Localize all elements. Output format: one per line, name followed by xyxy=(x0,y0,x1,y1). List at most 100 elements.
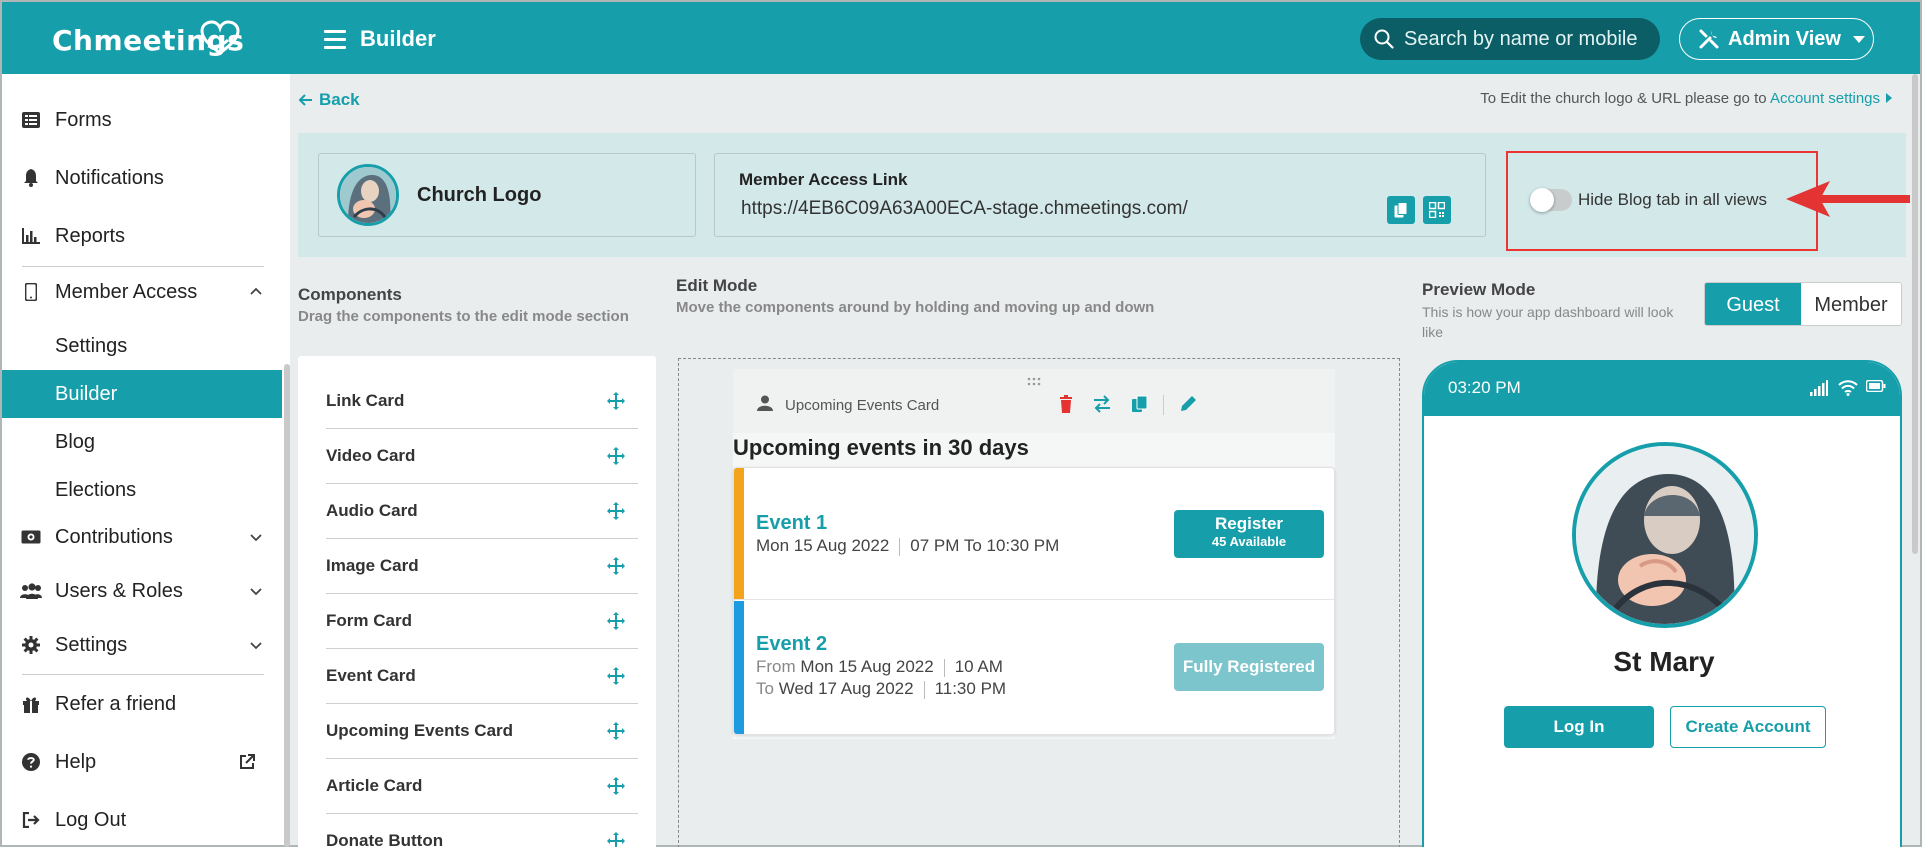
sidebar-item-member-access[interactable]: Member Access xyxy=(2,270,282,314)
copy-link-button[interactable] xyxy=(1387,196,1415,224)
edit-mode-subtitle: Move the components around by holding an… xyxy=(676,299,1155,316)
component-video-card[interactable]: Video Card xyxy=(326,429,638,484)
move-icon[interactable] xyxy=(606,831,626,847)
phone-status-bar: 03:20 PM xyxy=(1424,362,1900,416)
search-bar[interactable] xyxy=(1360,18,1660,60)
move-icon[interactable] xyxy=(606,611,626,631)
sidebar-item-users-roles[interactable]: Users & Roles xyxy=(2,569,282,613)
chevron-down-icon[interactable] xyxy=(250,585,262,597)
page-scrollbar[interactable] xyxy=(1912,74,1918,554)
component-link-card[interactable]: Link Card xyxy=(326,374,638,429)
battery-icon xyxy=(1866,380,1886,392)
sidebar-sub-elections[interactable]: Elections xyxy=(2,466,282,514)
move-icon[interactable] xyxy=(606,666,626,686)
qr-code-button[interactable] xyxy=(1423,196,1451,224)
component-event-card[interactable]: Event Card xyxy=(326,649,638,704)
phone-time: 03:20 PM xyxy=(1448,378,1521,397)
move-icon[interactable] xyxy=(606,721,626,741)
component-donate-button[interactable]: Donate Button xyxy=(326,814,638,847)
sidebar-sub-builder[interactable]: Builder xyxy=(2,370,282,418)
sidebar-item-contributions[interactable]: Contributions xyxy=(2,515,282,559)
events-list: Event 1 Mon 15 Aug 2022 07 PM To 10:30 PM… xyxy=(733,467,1335,735)
hide-blog-label: Hide Blog tab in all views xyxy=(1578,190,1767,209)
component-form-card[interactable]: Form Card xyxy=(326,594,638,649)
tools-icon xyxy=(1699,29,1719,49)
components-title: Components xyxy=(298,285,402,304)
list-icon xyxy=(20,109,42,131)
event-title: Event 2 xyxy=(756,633,828,655)
move-icon[interactable] xyxy=(606,501,626,521)
sidebar: Forms Notifications Reports Member Acces… xyxy=(0,74,290,847)
top-bar: Chmeetings Builder Admin View xyxy=(0,0,1922,74)
member-tab[interactable]: Member xyxy=(1801,283,1901,325)
move-icon[interactable] xyxy=(606,556,626,576)
sidebar-sub-settings[interactable]: Settings xyxy=(2,322,282,370)
mobile-phone-icon xyxy=(20,281,42,303)
event-color-bar xyxy=(734,468,744,599)
gift-icon xyxy=(20,693,42,715)
log-in-button[interactable]: Log In xyxy=(1504,706,1654,748)
event-to: To Wed 17 Aug 2022 11:30 PM xyxy=(756,679,1007,699)
move-icon[interactable] xyxy=(606,391,626,411)
events-heading: Upcoming events in 30 days xyxy=(733,435,1029,460)
sidebar-item-notifications[interactable]: Notifications xyxy=(2,156,282,200)
preview-role-toggle: Guest Member xyxy=(1704,282,1902,326)
hide-blog-highlight: Hide Blog tab in all views xyxy=(1506,151,1818,251)
sidebar-item-log-out[interactable]: Log Out xyxy=(2,798,282,842)
copy-icon[interactable] xyxy=(1131,395,1149,413)
component-article-card[interactable]: Article Card xyxy=(326,759,638,814)
sidebar-item-help[interactable]: Help xyxy=(2,740,282,784)
church-name: St Mary xyxy=(1613,646,1715,677)
edit-pencil-icon[interactable] xyxy=(1179,395,1197,413)
money-icon xyxy=(20,526,42,548)
sidebar-item-forms[interactable]: Forms xyxy=(2,98,282,142)
fully-registered-button[interactable]: Fully Registered xyxy=(1174,643,1324,691)
sidebar-item-refer-a-friend[interactable]: Refer a friend xyxy=(2,682,282,726)
external-link-icon[interactable] xyxy=(238,753,256,771)
move-icon[interactable] xyxy=(606,446,626,466)
hamburger-menu-icon[interactable] xyxy=(324,30,346,49)
church-logo-image xyxy=(337,164,399,226)
chevron-down-icon[interactable] xyxy=(250,639,262,651)
component-image-card[interactable]: Image Card xyxy=(326,539,638,594)
church-avatar-image xyxy=(1572,442,1758,628)
member-access-link-box: Member Access Link https://4EB6C09A63A00… xyxy=(714,153,1486,237)
event-title: Event 1 xyxy=(756,512,828,534)
help-icon xyxy=(20,751,42,773)
upcoming-events-card[interactable]: Upcoming Events Card Upcoming events in … xyxy=(733,369,1335,739)
admin-view-dropdown[interactable]: Admin View xyxy=(1679,18,1874,60)
event-color-bar xyxy=(734,601,744,734)
member-access-url[interactable]: https://4EB6C09A63A00ECA-stage.chmeeting… xyxy=(741,198,1188,220)
drag-handle-icon[interactable] xyxy=(1027,377,1041,387)
users-icon xyxy=(20,580,42,602)
toolbar-divider xyxy=(1163,395,1164,415)
chevron-down-icon[interactable] xyxy=(250,531,262,543)
chevron-up-icon[interactable] xyxy=(250,286,262,298)
wifi-icon xyxy=(1838,380,1858,396)
register-button[interactable]: Register 45 Available xyxy=(1174,510,1324,558)
create-account-button[interactable]: Create Account xyxy=(1670,706,1826,748)
logo-heart-icon xyxy=(200,20,240,55)
main-content: Back To Edit the church logo & URL pleas… xyxy=(290,74,1922,847)
back-link[interactable]: Back xyxy=(298,90,360,110)
swap-icon[interactable] xyxy=(1093,395,1111,413)
hide-blog-toggle[interactable] xyxy=(1530,188,1572,212)
search-input[interactable] xyxy=(1404,27,1654,51)
arrow-left-icon xyxy=(298,94,312,106)
preview-mode-title: Preview Mode xyxy=(1422,280,1536,299)
component-upcoming-events-card[interactable]: Upcoming Events Card xyxy=(326,704,638,759)
sidebar-sub-blog[interactable]: Blog xyxy=(2,418,282,466)
sidebar-item-reports[interactable]: Reports xyxy=(2,214,282,258)
church-logo-label: Church Logo xyxy=(417,184,542,206)
sidebar-item-settings[interactable]: Settings xyxy=(2,623,282,667)
guest-tab[interactable]: Guest xyxy=(1705,283,1801,325)
event-row-1[interactable]: Event 1 Mon 15 Aug 2022 07 PM To 10:30 PM… xyxy=(734,468,1334,600)
event-datetime: Mon 15 Aug 2022 07 PM To 10:30 PM xyxy=(756,536,1060,556)
account-settings-link[interactable]: Account settings xyxy=(1770,90,1880,107)
trash-icon[interactable] xyxy=(1057,395,1075,413)
edit-logo-note: To Edit the church logo & URL please go … xyxy=(1480,90,1892,107)
component-audio-card[interactable]: Audio Card xyxy=(326,484,638,539)
caret-right-icon xyxy=(1886,93,1892,103)
event-row-2[interactable]: Event 2 From Mon 15 Aug 2022 10 AM To Wed… xyxy=(734,601,1334,734)
move-icon[interactable] xyxy=(606,776,626,796)
